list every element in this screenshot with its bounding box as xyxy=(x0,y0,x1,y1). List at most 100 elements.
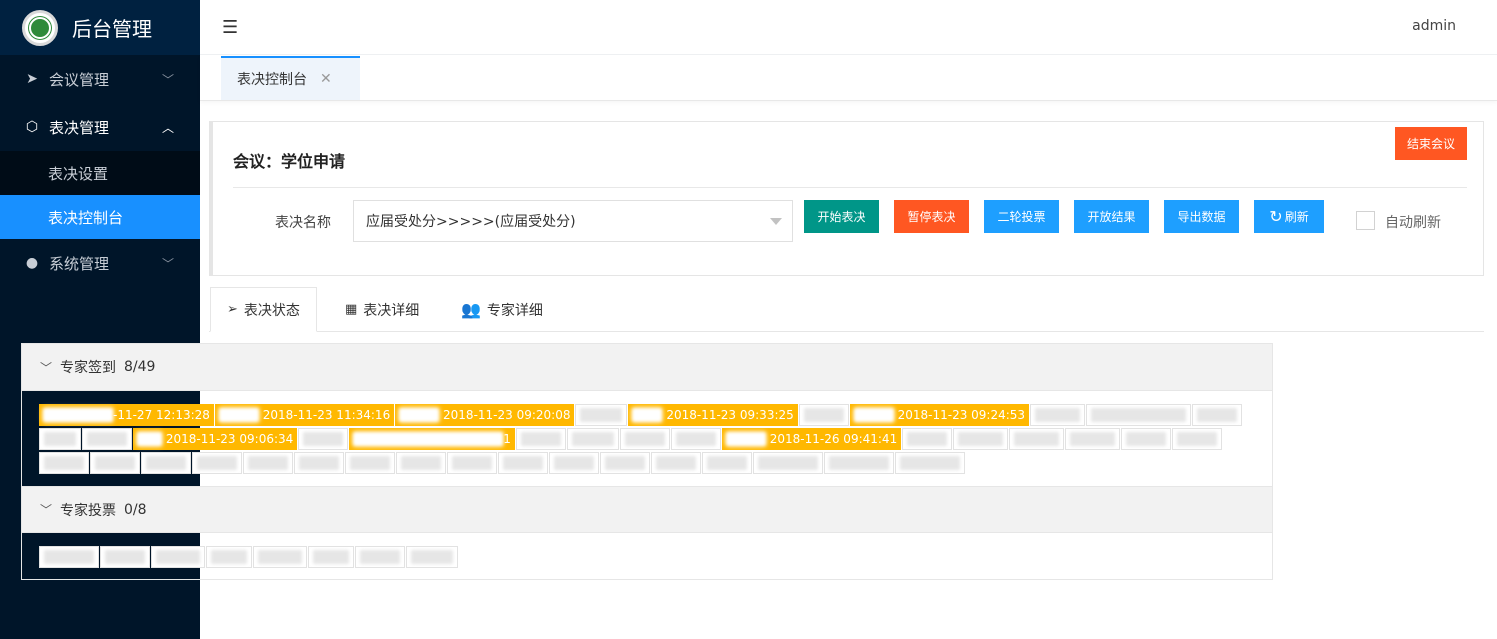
votes-count: 0/8 xyxy=(124,501,147,518)
brand: 后台管理 xyxy=(0,0,200,55)
unsigned-chip xyxy=(798,404,849,426)
unsigned-chip xyxy=(549,452,599,474)
signed-chip: 2018-11-23 09:06:34 xyxy=(133,428,298,450)
cube-icon: ⬡ xyxy=(25,119,39,135)
unsigned-chip xyxy=(824,452,894,474)
vote-chip xyxy=(100,546,150,568)
unsigned-chip xyxy=(600,452,650,474)
unsigned-chip xyxy=(90,452,140,474)
signin-chips: -11-27 12:13:28 2018-11-23 11:34:16 2018… xyxy=(39,404,1254,476)
vote-name-label: 表决名称 xyxy=(275,215,331,231)
votes-panel-body xyxy=(22,533,1272,579)
signin-panel-body: -11-27 12:13:28 2018-11-23 11:34:16 2018… xyxy=(22,391,1272,486)
chevron-down-icon: ﹀ xyxy=(40,503,53,517)
second-round-button[interactable]: 二轮投票 xyxy=(984,200,1059,233)
unsigned-chip xyxy=(651,452,701,474)
vote-chip xyxy=(206,546,252,568)
signin-count: 8/49 xyxy=(124,359,156,375)
vote-chip xyxy=(308,546,354,568)
unsigned-chip xyxy=(498,452,548,474)
refresh-icon: ↻ xyxy=(1269,208,1283,226)
unsigned-chip xyxy=(447,452,497,474)
vote-chip xyxy=(39,546,99,568)
signin-panel-header[interactable]: ﹀ 专家签到 8/49 xyxy=(22,344,1272,391)
tab-label: 表决控制台 xyxy=(237,72,307,88)
votes-panel-header[interactable]: ﹀ 专家投票 0/8 xyxy=(22,486,1272,533)
vote-select-value: 应届受处分>>>>>(应届受处分) xyxy=(366,214,576,230)
tab-vote-detail[interactable]: ▦ 表决详细 xyxy=(345,287,419,332)
unsigned-chip xyxy=(294,452,344,474)
page-tabs-bar: 表决控制台 ✕ xyxy=(200,55,1497,101)
divider xyxy=(233,187,1467,188)
sidebar-item-meeting[interactable]: ➤ 会议管理 ﹀ xyxy=(0,55,200,103)
user-icon: ● xyxy=(25,255,39,271)
unsigned-chip xyxy=(1086,404,1192,426)
sidebar-item-label: 会议管理 xyxy=(49,70,110,89)
vote-select[interactable]: 应届受处分>>>>>(应届受处分) xyxy=(353,200,793,242)
user-menu[interactable]: admin xyxy=(1412,18,1456,34)
unsigned-chip xyxy=(345,452,395,474)
caret-down-icon xyxy=(770,218,782,225)
tab-label: 表决详细 xyxy=(363,302,420,319)
unsigned-chip xyxy=(39,452,89,474)
close-icon[interactable]: ✕ xyxy=(320,71,332,87)
unsigned-chip xyxy=(298,428,349,450)
vote-chips xyxy=(39,546,1254,570)
sidebar-item-vote-console[interactable]: 表决控制台 xyxy=(0,195,200,239)
pause-vote-button[interactable]: 暂停表决 xyxy=(894,200,969,233)
sidebar-item-vote-settings[interactable]: 表决设置 xyxy=(0,151,200,195)
signed-chip: -11-27 12:13:28 xyxy=(39,404,214,426)
open-result-button[interactable]: 开放结果 xyxy=(1074,200,1149,233)
vote-chip xyxy=(406,546,458,568)
vote-chip xyxy=(253,546,307,568)
unsigned-chip xyxy=(619,428,670,450)
unsigned-chip xyxy=(515,428,566,450)
unsigned-chip xyxy=(396,452,446,474)
auto-refresh-checkbox[interactable] xyxy=(1356,211,1375,230)
chevron-up-icon: ︿ xyxy=(161,120,174,135)
sidebar-item-label: 表决管理 xyxy=(49,118,110,137)
vote-chip xyxy=(151,546,205,568)
votes-title: 专家投票 xyxy=(60,502,117,519)
topbar: ☰ admin xyxy=(200,0,1497,55)
unsigned-chip xyxy=(1009,428,1065,450)
unsigned-chip xyxy=(895,452,965,474)
table-icon: ▦ xyxy=(345,302,358,317)
sidebar-item-label: 系统管理 xyxy=(49,254,110,273)
sidebar-item-vote[interactable]: ⬡ 表决管理 ︿ xyxy=(0,103,200,151)
tab-vote-status[interactable]: ➢ 表决状态 xyxy=(210,287,317,332)
unsigned-chip xyxy=(243,452,293,474)
unsigned-chip xyxy=(953,428,1009,450)
signed-chip: 1 xyxy=(349,428,515,450)
logo xyxy=(22,9,58,46)
refresh-label: 刷新 xyxy=(1284,210,1309,224)
signed-chip: 2018-11-23 09:20:08 xyxy=(395,404,575,426)
unsigned-chip xyxy=(702,452,752,474)
signin-title: 专家签到 xyxy=(60,360,117,376)
unsigned-chip xyxy=(1030,404,1086,426)
tab-label: 表决状态 xyxy=(243,302,300,319)
end-meeting-button[interactable]: 结束会议 xyxy=(1394,127,1467,160)
unsigned-chip xyxy=(575,404,628,426)
menu-fold-icon[interactable]: ☰ xyxy=(222,17,238,38)
refresh-button[interactable]: ↻ 刷新 xyxy=(1254,200,1324,233)
unsigned-chip xyxy=(1121,428,1172,450)
chevron-down-icon: ﹀ xyxy=(161,72,174,87)
meeting-title: 会议：学位申请 xyxy=(233,152,346,171)
tab-vote-console[interactable]: 表决控制台 ✕ xyxy=(221,56,360,100)
unsigned-chip xyxy=(1192,404,1243,426)
start-vote-button[interactable]: 开始表决 xyxy=(804,200,879,233)
section-tabs: ➢ 表决状态 ▦ 表决详细 👥 专家详细 xyxy=(209,287,1484,332)
users-icon: 👥 xyxy=(461,300,481,319)
tab-expert-detail[interactable]: 👥 专家详细 xyxy=(461,287,543,332)
export-data-button[interactable]: 导出数据 xyxy=(1164,200,1239,233)
sidebar-item-system[interactable]: ● 系统管理 ﹀ xyxy=(0,239,200,287)
unsigned-chip xyxy=(1065,428,1121,450)
unsigned-chip xyxy=(566,428,619,450)
control-card: 会议：学位申请 结束会议 表决名称 应届受处分>>>>>(应届受处分) 开始表决… xyxy=(209,121,1484,276)
vote-chip xyxy=(355,546,405,568)
unsigned-chip xyxy=(902,428,953,450)
signed-chip: 2018-11-23 09:24:53 xyxy=(849,404,1030,426)
auto-refresh-label: 自动刷新 xyxy=(1385,215,1441,231)
signed-chip: 2018-11-26 09:41:41 xyxy=(721,428,902,450)
